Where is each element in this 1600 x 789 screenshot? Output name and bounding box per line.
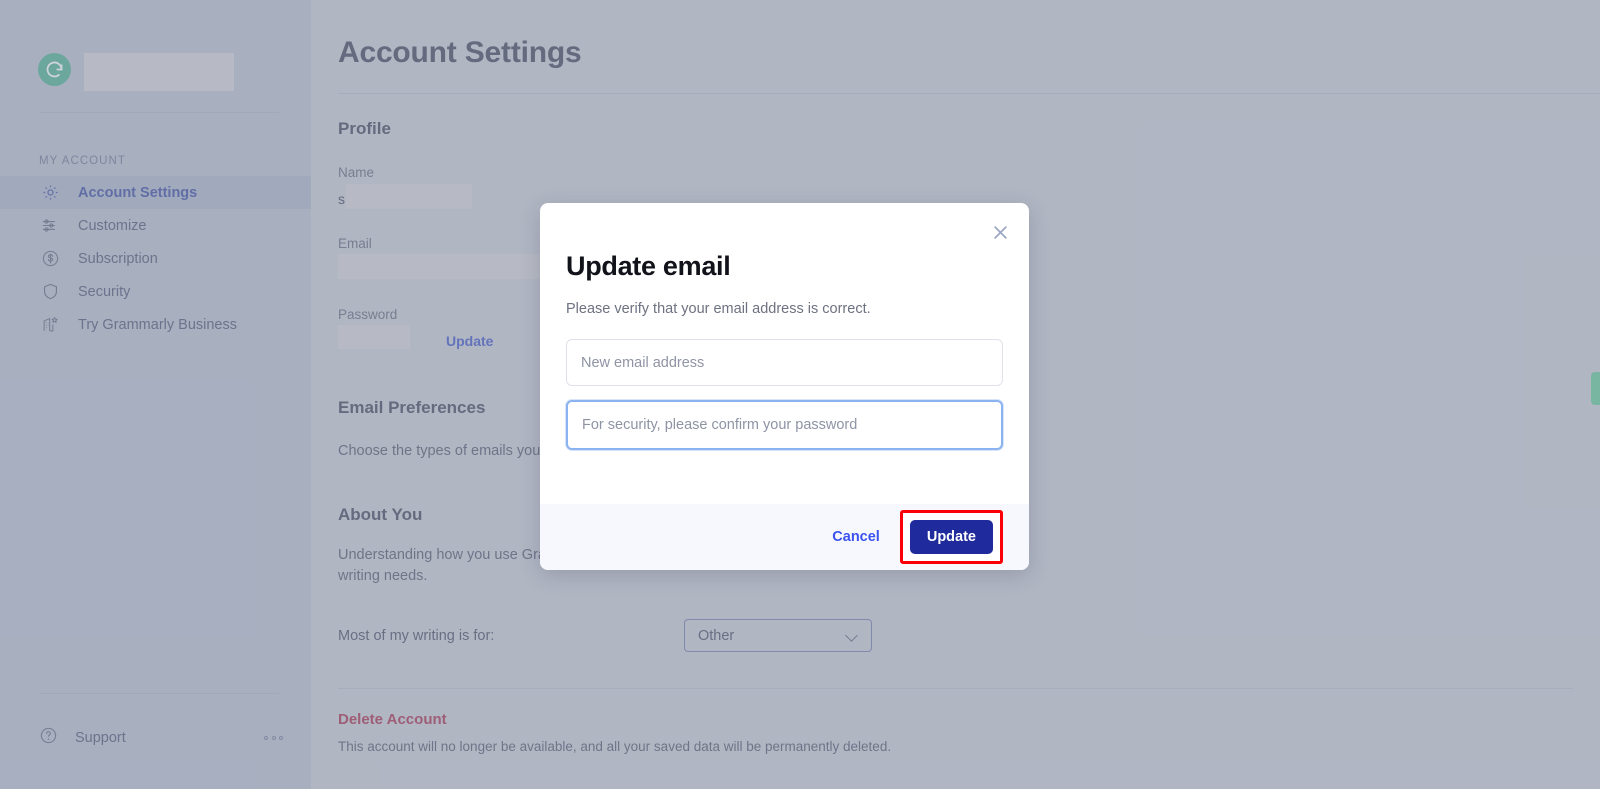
sidebar-item-label: Customize [78, 217, 147, 234]
close-icon[interactable] [989, 221, 1011, 243]
sliders-icon [39, 215, 61, 237]
delete-account-description: This account will no longer be available… [338, 739, 892, 754]
cancel-button[interactable]: Cancel [832, 529, 880, 545]
page-title: Account Settings [338, 36, 582, 69]
update-button-highlight: Update [899, 510, 1003, 564]
sidebar-item-subscription[interactable]: Subscription [0, 242, 311, 275]
sidebar-item-try-grammarly-business[interactable]: Try Grammarly Business [0, 308, 311, 341]
grammarly-logo-icon [38, 52, 71, 86]
sidebar-item-label: Try Grammarly Business [78, 316, 237, 333]
update-email-modal: Update email Please verify that your ema… [540, 203, 1029, 570]
building-star-icon [39, 314, 61, 336]
sidebar-item-account-settings[interactable]: Account Settings [0, 176, 311, 209]
name-value: s [338, 184, 472, 210]
name-update-button[interactable]: Update [385, 191, 432, 207]
dollar-circle-icon [39, 248, 61, 270]
modal-title: Update email [566, 251, 731, 281]
redaction-block [84, 53, 234, 91]
sidebar: MY ACCOUNT Account Settings Customize Su… [0, 0, 311, 789]
name-label: Name [338, 165, 375, 180]
sidebar-section-label: MY ACCOUNT [39, 155, 126, 167]
redaction-block [338, 325, 410, 349]
name-value-text: s [338, 191, 345, 207]
sidebar-item-customize[interactable]: Customize [0, 209, 311, 242]
sidebar-footer: Support [0, 693, 311, 789]
confirm-password-input[interactable] [566, 400, 1003, 450]
feedback-tab[interactable] [1591, 372, 1600, 405]
delete-divider [338, 688, 1573, 689]
profile-heading: Profile [338, 119, 391, 138]
writing-purpose-value: Other [698, 627, 735, 644]
chevron-down-icon [846, 630, 858, 642]
password-update-button[interactable]: Update [446, 333, 493, 349]
modal-spacer [566, 450, 1003, 504]
password-value [338, 325, 410, 352]
shield-icon [39, 281, 61, 303]
sidebar-nav: Account Settings Customize Subscription … [0, 176, 311, 341]
sidebar-divider-top [39, 112, 279, 113]
question-circle-icon [39, 726, 58, 750]
title-divider [338, 93, 1600, 94]
writing-purpose-label: Most of my writing is for: [338, 627, 495, 644]
modal-subtitle: Please verify that your email address is… [566, 301, 871, 317]
sidebar-item-label: Security [78, 283, 131, 300]
writing-purpose-select[interactable]: Other [684, 619, 872, 652]
sidebar-item-label: Subscription [78, 250, 158, 267]
new-email-input[interactable] [566, 339, 1003, 386]
update-button[interactable]: Update [909, 520, 993, 554]
sidebar-item-label: Account Settings [78, 184, 198, 201]
delete-account-heading[interactable]: Delete Account [338, 711, 1600, 728]
modal-body: Update email Please verify that your ema… [540, 203, 1029, 504]
writing-purpose-row: Most of my writing is for: Other [338, 619, 1600, 652]
sidebar-item-support[interactable]: Support [0, 721, 311, 755]
support-label: Support [75, 730, 126, 746]
modal-footer: Cancel Update [540, 504, 1029, 570]
app-root: MY ACCOUNT Account Settings Customize Su… [0, 0, 1600, 789]
sidebar-divider-bottom [39, 693, 279, 694]
brand-row[interactable] [0, 0, 311, 91]
more-dots-icon[interactable] [264, 736, 283, 740]
sidebar-item-security[interactable]: Security [0, 275, 311, 308]
gear-icon [39, 182, 61, 204]
